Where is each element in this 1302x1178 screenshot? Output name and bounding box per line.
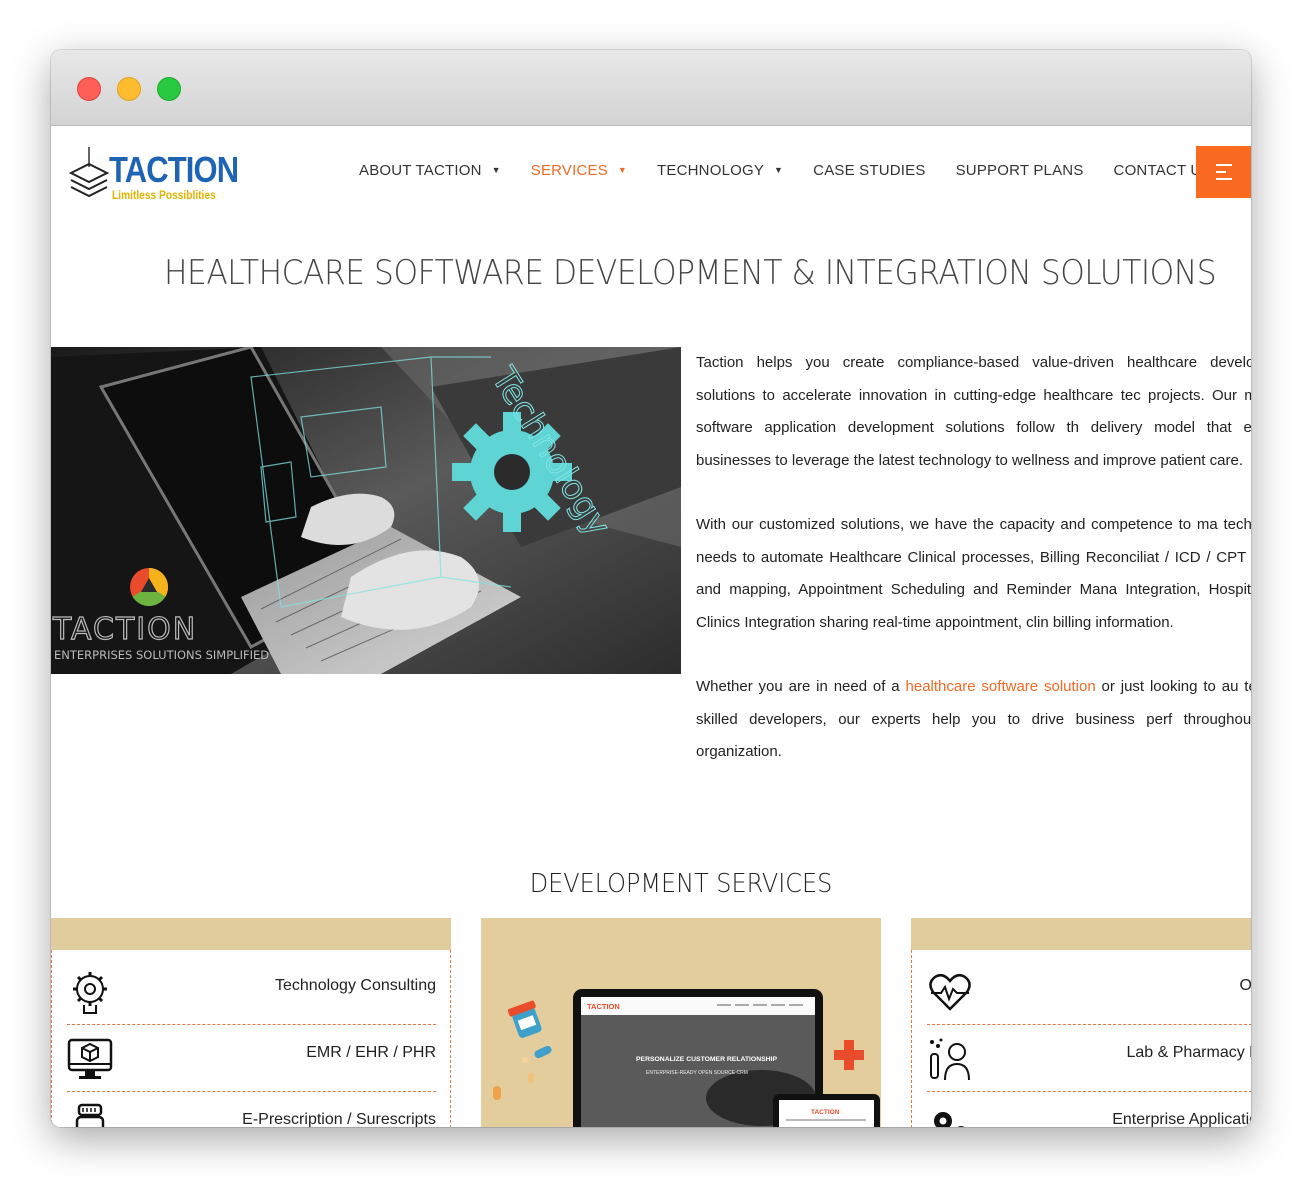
service-label: Enterprise Application Integ bbox=[1112, 1111, 1251, 1127]
section-title: DEVELOPMENT SERVICES bbox=[529, 869, 833, 899]
close-window-button[interactable] bbox=[77, 77, 101, 101]
services-card-mockup: TACTION PERSONALIZE CUSTOMER RELATIONSHI… bbox=[481, 918, 881, 1127]
service-item-enterprise-integration[interactable]: Enterprise Application Integ bbox=[927, 1092, 1251, 1127]
intro-paragraph-1: Taction helps you create compliance-base… bbox=[696, 354, 1251, 469]
service-item-onc[interactable]: ONC bbox=[927, 958, 1251, 1025]
capsule-graphics bbox=[493, 1045, 552, 1100]
logo-tagline: Limitless Possiblities bbox=[112, 188, 216, 202]
service-label: EMR / EHR / PHR bbox=[306, 1044, 436, 1061]
nav-services[interactable]: SERVICES ▼ bbox=[531, 162, 627, 179]
maximize-window-button[interactable] bbox=[157, 77, 181, 101]
services-card-right: ONC Lab & Pharmacy Manage bbox=[911, 918, 1251, 1127]
caret-down-icon: ▼ bbox=[774, 165, 784, 175]
nav-technology[interactable]: TECHNOLOGY ▼ bbox=[657, 162, 783, 179]
page-title: HEALTHCARE SOFTWARE DEVELOPMENT & INTEGR… bbox=[164, 253, 1217, 293]
medical-cross-icon bbox=[834, 1040, 864, 1070]
taction-triangle-logo bbox=[130, 567, 169, 607]
nav-about-taction[interactable]: ABOUT TACTION ▼ bbox=[359, 162, 501, 179]
heartbeat-icon bbox=[929, 973, 971, 1011]
intro-text: Taction helps you create compliance-base… bbox=[696, 347, 1251, 801]
pill-bottle-graphic bbox=[507, 1000, 542, 1038]
minimize-window-button[interactable] bbox=[117, 77, 141, 101]
main-nav: ABOUT TACTION ▼ SERVICES ▼ TECHNOLOGY ▼ CAS… bbox=[359, 160, 1242, 180]
service-item-lab-pharmacy[interactable]: Lab & Pharmacy Manage bbox=[927, 1025, 1251, 1092]
mockup-headline: PERSONALIZE CUSTOMER RELATIONSHIP bbox=[636, 1056, 777, 1063]
card-body: Technology Consulting EMR / EHR / PHR E-… bbox=[51, 950, 451, 1127]
caret-down-icon: ▼ bbox=[491, 165, 501, 175]
hero-logo-text: TACTION bbox=[52, 612, 197, 647]
intro-paragraph-2: With our customized solutions, we have t… bbox=[696, 516, 1251, 631]
mockup-tablet-logo: TACTION bbox=[811, 1109, 840, 1116]
nav-label: CASE STUDIES bbox=[813, 161, 926, 179]
logo-wordmark: TACTION bbox=[109, 149, 239, 190]
service-label: ONC bbox=[1239, 977, 1251, 994]
nav-label: TECHNOLOGY bbox=[657, 161, 765, 179]
service-label: E-Prescription / Surescripts bbox=[242, 1111, 436, 1127]
hamburger-menu-button[interactable] bbox=[1196, 146, 1251, 198]
service-item-e-prescription[interactable]: E-Prescription / Surescripts bbox=[67, 1092, 436, 1127]
nav-label: ABOUT TACTION bbox=[359, 161, 482, 179]
web-page: TACTION Limitless Possiblities ABOUT TAC… bbox=[51, 127, 1251, 1127]
healthcare-software-solution-link[interactable]: healthcare software solution bbox=[906, 678, 1096, 695]
service-label: Technology Consulting bbox=[275, 977, 436, 994]
nav-case-studies[interactable]: CASE STUDIES bbox=[813, 162, 925, 179]
nav-label: SUPPORT PLANS bbox=[955, 161, 1084, 179]
lab-doctor-icon bbox=[930, 1038, 970, 1081]
device-mockup-illustration: TACTION PERSONALIZE CUSTOMER RELATIONSHI… bbox=[493, 989, 880, 1127]
mockup-subline: ENTERPRISE-READY OPEN SOURCE CRM bbox=[646, 1070, 748, 1076]
window-titlebar bbox=[51, 50, 1251, 126]
paragraph-text: Whether you are in need of a bbox=[696, 678, 906, 695]
card-body: ONC Lab & Pharmacy Manage bbox=[911, 950, 1251, 1127]
browser-window: TACTION Limitless Possiblities ABOUT TAC… bbox=[51, 50, 1251, 1127]
gears-icon bbox=[934, 1112, 965, 1127]
hero-image: Technology TACTION ENTERPRISES SOLUTIONS… bbox=[51, 347, 681, 674]
laptop-technology-illustration: Technology TACTION ENTERPRISES SOLUTIONS… bbox=[51, 347, 681, 674]
services-card-left: Technology Consulting EMR / EHR / PHR E-… bbox=[51, 918, 451, 1127]
card-header-band bbox=[51, 918, 451, 950]
caret-down-icon: ▼ bbox=[617, 165, 628, 175]
gear-head-icon bbox=[73, 972, 107, 1014]
pill-bottle-icon bbox=[75, 1103, 105, 1127]
service-item-emr-ehr-phr[interactable]: EMR / EHR / PHR bbox=[67, 1025, 436, 1092]
card-header-band bbox=[911, 918, 1251, 950]
monitor-cube-icon bbox=[67, 1038, 113, 1079]
taction-logo[interactable]: TACTION Limitless Possiblities bbox=[69, 141, 239, 205]
nav-label: SERVICES bbox=[530, 161, 608, 179]
service-item-technology-consulting[interactable]: Technology Consulting bbox=[67, 958, 436, 1025]
hamburger-icon bbox=[1215, 164, 1232, 166]
intro-paragraph-3: Whether you are in need of a healthcare … bbox=[696, 671, 1251, 769]
stacked-layers-icon bbox=[69, 147, 109, 198]
service-label: Lab & Pharmacy Manage bbox=[1126, 1044, 1251, 1061]
hero-logo-subtext: ENTERPRISES SOLUTIONS SIMPLIFIED bbox=[54, 648, 269, 662]
mockup-logo: TACTION bbox=[587, 1002, 620, 1011]
nav-support-plans[interactable]: SUPPORT PLANS bbox=[956, 162, 1084, 179]
